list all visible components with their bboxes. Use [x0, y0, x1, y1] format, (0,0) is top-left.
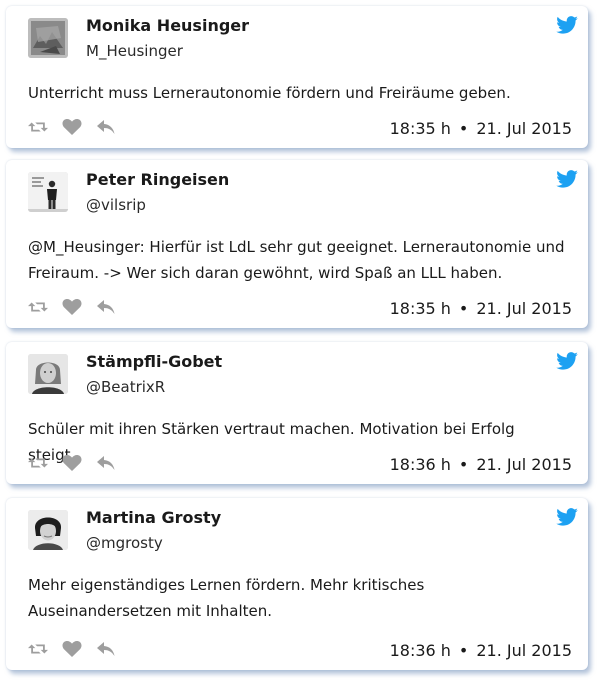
twitter-bird-icon[interactable]: [556, 170, 578, 188]
tweet-date: 21. Jul 2015: [476, 455, 572, 474]
timestamp-separator: •: [458, 641, 469, 660]
author-handle[interactable]: M_Heusinger: [86, 42, 183, 60]
like-heart-icon[interactable]: [62, 298, 82, 316]
author-name[interactable]: Martina Grosty: [86, 508, 221, 527]
reply-arrow-icon[interactable]: [96, 640, 116, 658]
tweet-timestamp[interactable]: 18:35 h • 21. Jul 2015: [390, 299, 572, 318]
tweet-text: Mehr eigenständiges Lernen fördern. Mehr…: [28, 576, 425, 620]
tweet-actions: [28, 118, 116, 136]
tweet-time: 18:36 h: [389, 641, 451, 660]
tweet-date: 21. Jul 2015: [476, 119, 572, 138]
avatar-image: [28, 172, 68, 212]
tweet-actions: [28, 640, 116, 658]
avatar-image: [28, 354, 68, 394]
twitter-bird-icon[interactable]: [556, 508, 578, 526]
avatar[interactable]: [28, 510, 68, 550]
tweet-time: 18:36 h: [389, 455, 451, 474]
tweet-text: Unterricht muss Lernerautonomie fördern …: [28, 84, 511, 102]
retweet-icon[interactable]: [28, 298, 48, 316]
tweet-actions: [28, 454, 116, 472]
author-name[interactable]: Peter Ringeisen: [86, 170, 229, 189]
tweet-card[interactable]: Martina Grosty @mgrosty Mehr eigenständi…: [6, 498, 588, 670]
tweet-card[interactable]: Stämpfli-Gobet @BeatrixR Schüler mit ihr…: [6, 342, 588, 484]
author-name[interactable]: Monika Heusinger: [86, 16, 249, 35]
retweet-icon[interactable]: [28, 118, 48, 136]
retweet-icon[interactable]: [28, 454, 48, 472]
twitter-bird-icon[interactable]: [556, 352, 578, 370]
tweet-card[interactable]: Monika Heusinger M_Heusinger Unterricht …: [6, 6, 588, 148]
like-heart-icon[interactable]: [62, 640, 82, 658]
tweet-actions: [28, 298, 116, 316]
like-heart-icon[interactable]: [62, 454, 82, 472]
author-name[interactable]: Stämpfli-Gobet: [86, 352, 222, 371]
author-handle[interactable]: @BeatrixR: [86, 378, 165, 396]
avatar[interactable]: [28, 18, 68, 58]
reply-arrow-icon[interactable]: [96, 454, 116, 472]
retweet-icon[interactable]: [28, 640, 48, 658]
avatar[interactable]: [28, 172, 68, 212]
tweet-time: 18:35 h: [389, 119, 451, 138]
author-handle[interactable]: @vilsrip: [86, 196, 146, 214]
tweet-date: 21. Jul 2015: [476, 641, 572, 660]
like-heart-icon[interactable]: [62, 118, 82, 136]
tweet-card[interactable]: Peter Ringeisen @vilsrip @M_Heusinger: H…: [6, 160, 588, 328]
timestamp-separator: •: [458, 119, 469, 138]
avatar[interactable]: [28, 354, 68, 394]
reply-arrow-icon[interactable]: [96, 118, 116, 136]
avatar-image: [28, 510, 68, 550]
tweet-timestamp[interactable]: 18:35 h • 21. Jul 2015: [390, 119, 572, 138]
author-handle[interactable]: @mgrosty: [86, 534, 163, 552]
tweet-feed: Monika Heusinger M_Heusinger Unterricht …: [0, 0, 608, 685]
tweet-date: 21. Jul 2015: [476, 299, 572, 318]
tweet-text: @M_Heusinger: Hierfür ist LdL sehr gut g…: [28, 238, 565, 282]
tweet-timestamp[interactable]: 18:36 h • 21. Jul 2015: [390, 455, 572, 474]
tweet-time: 18:35 h: [389, 299, 451, 318]
tweet-timestamp[interactable]: 18:36 h • 21. Jul 2015: [390, 641, 572, 660]
timestamp-separator: •: [458, 299, 469, 318]
reply-arrow-icon[interactable]: [96, 298, 116, 316]
timestamp-separator: •: [458, 455, 469, 474]
avatar-image: [28, 18, 68, 58]
twitter-bird-icon[interactable]: [556, 16, 578, 34]
